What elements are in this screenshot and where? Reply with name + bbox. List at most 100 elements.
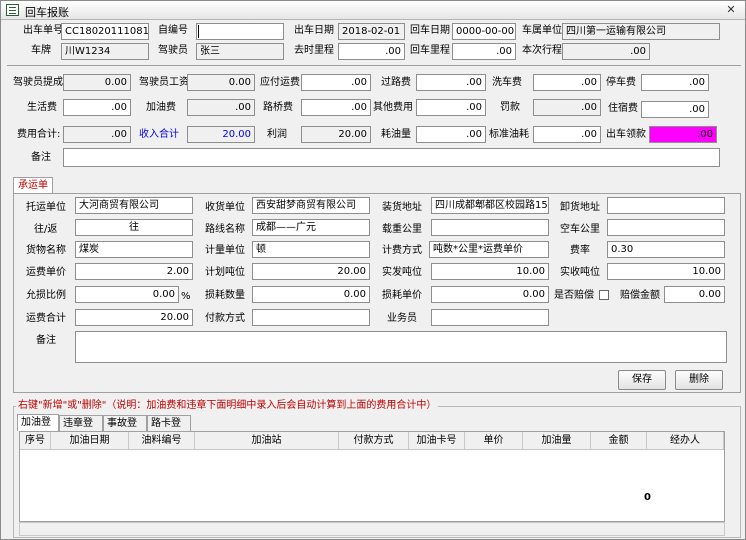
income-total-field[interactable]: 20.00 <box>187 126 255 143</box>
fee-label: 生活费 <box>27 102 57 113</box>
freight-total-field[interactable]: 20.00 <box>75 309 193 326</box>
app-icon <box>6 4 19 16</box>
plate-field[interactable]: 川W1234 <box>61 43 149 60</box>
unit-field[interactable]: 顿 <box>252 241 370 258</box>
calc-method-field[interactable]: 吨数*公里*运费单价 <box>429 241 549 258</box>
salesman-label: 业务员 <box>387 313 417 324</box>
return-mileage-field[interactable]: .00 <box>452 43 516 60</box>
fuel-consumption-field[interactable]: .00 <box>416 126 486 143</box>
amount-total: 0 <box>644 492 651 503</box>
compensate-amount-field[interactable]: 0.00 <box>664 286 725 303</box>
consignee-field[interactable]: 西安甜梦商贸有限公司 <box>252 197 370 214</box>
wash-fee-field[interactable]: .00 <box>533 74 601 91</box>
company-field[interactable]: 四川第一运输有限公司 <box>562 23 720 40</box>
percent-unit: % <box>181 291 191 302</box>
ship-ton-label: 实发吨位 <box>382 267 422 278</box>
empty-km-field[interactable] <box>607 219 725 236</box>
profit-field[interactable]: 20.00 <box>301 126 371 143</box>
driver-commission-field[interactable]: 0.00 <box>63 74 131 91</box>
waybill-remark-label: 备注 <box>36 335 56 346</box>
lodging-fee-field[interactable]: .00 <box>641 101 709 118</box>
route-field[interactable]: 成都——广元 <box>252 219 370 236</box>
load-address-label: 装货地址 <box>382 202 422 213</box>
compensate-checkbox[interactable] <box>599 290 609 300</box>
self-no-label: 自编号 <box>158 25 188 36</box>
divider <box>7 65 741 66</box>
rate-label: 费率 <box>570 245 590 256</box>
fuel-fee-field[interactable]: .00 <box>187 99 255 116</box>
parking-fee-field[interactable]: .00 <box>641 74 709 91</box>
payable-freight-field[interactable]: .00 <box>301 74 371 91</box>
waybill-remark-field[interactable] <box>75 331 727 363</box>
living-fee-field[interactable]: .00 <box>63 99 131 116</box>
load-km-label: 载重公里 <box>382 224 422 235</box>
out-mileage-label: 去时里程 <box>294 45 334 56</box>
fee-label: 其他费用 <box>373 102 413 113</box>
column-header[interactable]: 经办人 <box>647 432 724 450</box>
self-no-field[interactable] <box>196 23 284 40</box>
trip-field[interactable]: .00 <box>562 43 650 60</box>
tab-fuel-record[interactable]: 加油登记 <box>17 414 59 443</box>
tab-waybill[interactable]: 承运单 <box>13 177 53 193</box>
column-header[interactable]: 付款方式 <box>339 432 409 450</box>
out-mileage-field[interactable]: .00 <box>338 43 405 60</box>
price-field[interactable]: 2.00 <box>75 263 193 280</box>
delete-button[interactable]: 删除 <box>675 370 723 390</box>
load-address-field[interactable]: 四川成都郫都区校园路153 <box>431 197 549 214</box>
salesman-field[interactable] <box>431 309 549 326</box>
bridge-fee-field[interactable]: .00 <box>301 99 371 116</box>
consignor-label: 托运单位 <box>26 202 66 213</box>
pay-method-field[interactable] <box>252 309 370 326</box>
fee-label: 住宿费 <box>608 103 638 114</box>
loss-ratio-field[interactable]: 0.00 <box>75 286 179 303</box>
standard-fuel-field[interactable]: .00 <box>533 126 601 143</box>
close-icon[interactable]: ✕ <box>724 3 738 17</box>
column-header[interactable]: 序号 <box>20 432 51 450</box>
column-header[interactable]: 加油日期 <box>51 432 129 450</box>
return-date-field[interactable]: 0000-00-00 <box>452 23 516 40</box>
consignor-field[interactable]: 大河商贸有限公司 <box>75 197 193 214</box>
loss-qty-field[interactable]: 0.00 <box>252 286 370 303</box>
price-label: 运费单价 <box>26 267 66 278</box>
advance-payment-field[interactable]: .00 <box>649 126 717 143</box>
fuel-grid[interactable]: 序号 加油日期 油料编号 加油站 付款方式 加油卡号 单价 加油量 金额 经办人… <box>19 431 725 522</box>
column-header[interactable]: 单价 <box>465 432 523 450</box>
plan-ton-field[interactable]: 20.00 <box>252 263 370 280</box>
fee-label: 路桥费 <box>263 102 293 113</box>
column-header[interactable]: 加油站 <box>195 432 339 450</box>
tab-accident-record[interactable]: 事故登记 <box>103 415 147 444</box>
driver-salary-field[interactable]: 0.00 <box>187 74 255 91</box>
pay-method-label: 付款方式 <box>205 313 245 324</box>
fine-field[interactable]: .00 <box>533 99 601 116</box>
column-header[interactable]: 金额 <box>591 432 647 450</box>
driver-field[interactable]: 张三 <box>196 43 284 60</box>
other-fee-field[interactable]: .00 <box>416 99 486 116</box>
goods-field[interactable]: 煤炭 <box>75 241 193 258</box>
order-no-field[interactable]: CC18020111081588 <box>61 23 149 40</box>
route-label: 路线名称 <box>205 224 245 235</box>
column-header[interactable]: 加油量 <box>523 432 591 450</box>
title-bar: 回车报账 ✕ <box>1 1 745 20</box>
ship-ton-field[interactable]: 10.00 <box>431 263 549 280</box>
expense-total-field[interactable]: .00 <box>63 126 131 143</box>
direction-select[interactable]: 往 <box>75 219 193 236</box>
toll-fee-field[interactable]: .00 <box>416 74 486 91</box>
out-date-field[interactable]: 2018-02-01 <box>338 23 405 40</box>
fee-label: 加油费 <box>146 102 176 113</box>
column-header[interactable]: 油料编号 <box>129 432 195 450</box>
loss-price-field[interactable]: 0.00 <box>431 286 549 303</box>
recv-ton-field[interactable]: 10.00 <box>607 263 725 280</box>
load-km-field[interactable] <box>431 219 549 236</box>
horizontal-scrollbar[interactable] <box>19 522 725 536</box>
tab-checkpoint-record[interactable]: 路卡登记 <box>147 415 191 444</box>
column-header[interactable]: 加油卡号 <box>409 432 465 450</box>
rate-field[interactable]: 0.30 <box>607 241 725 258</box>
remark-field[interactable] <box>63 148 720 167</box>
plate-label: 车牌 <box>31 45 51 56</box>
unload-address-field[interactable] <box>607 197 725 214</box>
calc-method-label: 计费方式 <box>382 245 422 256</box>
reimbursement-window: 回车报账 ✕ 出车单号 CC18020111081588 自编号 出车日期 20… <box>0 0 746 540</box>
save-button[interactable]: 保存 <box>618 370 666 390</box>
fee-label: 停车费 <box>606 77 636 88</box>
tab-violation-record[interactable]: 违章登记 <box>59 415 103 444</box>
